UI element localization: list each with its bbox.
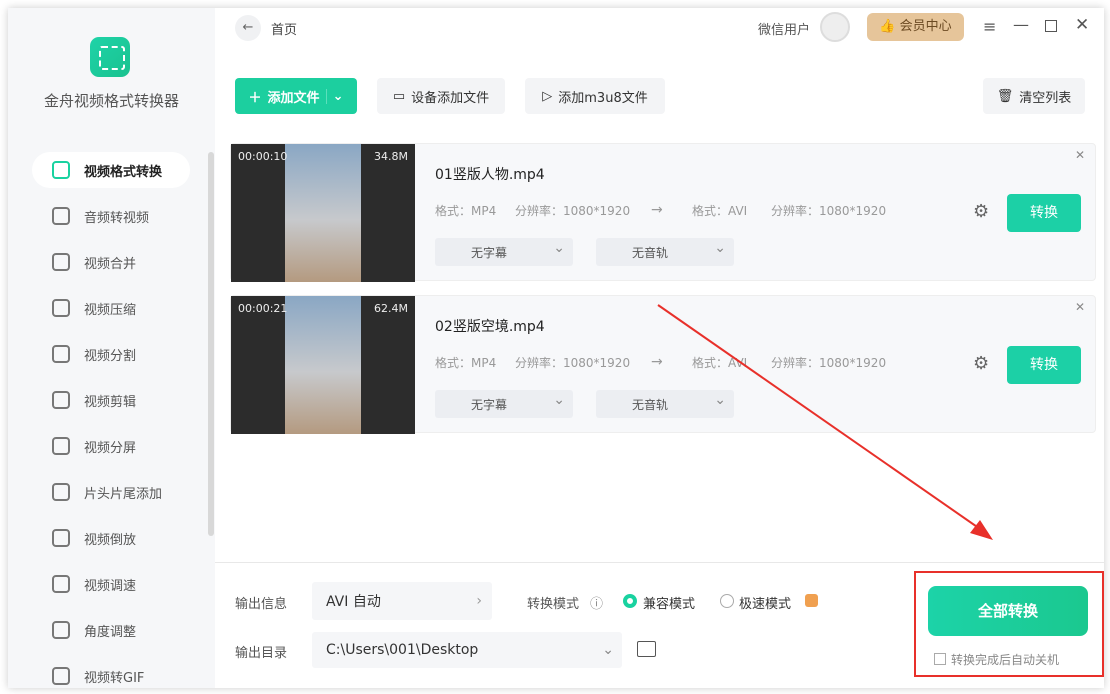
chevron-down-icon[interactable]: ⌄: [325, 88, 343, 104]
source-format: 格式：MP4: [435, 204, 497, 218]
nav-icon: [52, 483, 70, 501]
output-dir-label: 输出目录: [235, 646, 288, 661]
target-format: 格式：AVI: [692, 356, 748, 370]
back-button[interactable]: ←: [235, 15, 261, 41]
clear-list-button[interactable]: 🗑 清空列表: [983, 78, 1085, 114]
auto-shutdown-checkbox[interactable]: [934, 653, 946, 665]
convert-button[interactable]: 转换: [1007, 194, 1081, 232]
bottom-panel: 输出信息 AVI 自动 › 转换模式 ⓘ 兼容模式 极速模式 输出目录 C:\Us…: [215, 562, 1104, 688]
mode-fast-label[interactable]: 极速模式: [739, 593, 791, 612]
sidebar-item[interactable]: 视频倒放: [32, 520, 190, 556]
sidebar-item[interactable]: 视频剪辑: [32, 382, 190, 418]
maximize-icon[interactable]: [1045, 20, 1057, 32]
app-name: 金舟视频格式转换器: [43, 92, 179, 110]
audio-select[interactable]: 无音轨: [596, 390, 734, 418]
sidebar-item[interactable]: 角度调整: [32, 612, 190, 648]
sidebar: 金舟视频格式转换器 视频格式转换 音频转视频视频合并视频压缩视频分割视频剪辑视频分…: [8, 8, 215, 688]
duration: 00:00:21: [238, 302, 288, 315]
radio-compat[interactable]: [623, 594, 637, 608]
play-icon: ▷: [542, 88, 553, 104]
add-file-button[interactable]: ＋添加文件 ⌄: [235, 78, 357, 114]
nav-icon: [52, 299, 70, 317]
info-icon[interactable]: ⓘ: [590, 593, 603, 612]
add-m3u8-button[interactable]: ▷ 添加m3u8文件: [525, 78, 665, 114]
convert-button[interactable]: 转换: [1007, 346, 1081, 384]
file-card: 00:00:10 34.8M 01竖版人物.mp4 格式：MP4 分辨率：1080…: [230, 143, 1096, 282]
file-size: 34.8M: [374, 150, 408, 163]
mode-label: 转换模式: [527, 597, 580, 612]
plus-icon: ＋: [248, 90, 262, 106]
source-format: 格式：MP4: [435, 356, 497, 370]
sidebar-item[interactable]: 视频分割: [32, 336, 190, 372]
arrow-right-icon: →: [651, 202, 663, 218]
target-format: 格式：AVI: [692, 204, 748, 218]
nav-icon: [52, 575, 70, 593]
output-dir-select[interactable]: C:\Users\001\Desktop ⌄: [312, 632, 622, 668]
convert-all-button[interactable]: 全部转换: [928, 586, 1088, 636]
sidebar-item[interactable]: 视频压缩: [32, 290, 190, 326]
video-thumbnail[interactable]: 00:00:21 62.4M: [231, 296, 415, 434]
thumb-icon: 👍: [879, 19, 900, 34]
settings-gear-icon[interactable]: ⚙: [973, 201, 989, 222]
folder-icon[interactable]: [637, 641, 656, 657]
breadcrumb: 首页: [271, 23, 298, 38]
video-thumbnail[interactable]: 00:00:10 34.8M: [231, 144, 415, 282]
chevron-right-icon: ›: [476, 593, 482, 609]
nav-icon: [52, 391, 70, 409]
minimize-icon[interactable]: —: [1013, 15, 1029, 34]
trash-icon: 🗑: [996, 88, 1014, 104]
source-resolution: 分辨率：1080*1920: [515, 204, 631, 218]
sidebar-scrollbar[interactable]: [208, 152, 214, 536]
sidebar-item[interactable]: 视频合并: [32, 244, 190, 280]
vip-center-button[interactable]: 👍 会员中心: [867, 13, 964, 41]
menu-icon[interactable]: ≡: [983, 17, 996, 36]
file-card: 00:00:21 62.4M 02竖版空境.mp4 格式：MP4 分辨率：1080…: [230, 295, 1096, 434]
duration: 00:00:10: [238, 150, 288, 163]
close-icon[interactable]: ✕: [1075, 15, 1089, 35]
nav-icon: [52, 161, 70, 179]
app-window: 金舟视频格式转换器 视频格式转换 音频转视频视频合并视频压缩视频分割视频剪辑视频分…: [8, 8, 1104, 688]
sidebar-item[interactable]: 音频转视频: [32, 198, 190, 234]
remove-file-icon[interactable]: ✕: [1075, 300, 1085, 314]
sidebar-item[interactable]: 视频转GIF: [32, 658, 190, 688]
remove-file-icon[interactable]: ✕: [1075, 148, 1085, 162]
source-resolution: 分辨率：1080*1920: [515, 356, 631, 370]
file-name: 02竖版空境.mp4: [435, 319, 545, 335]
settings-gear-icon[interactable]: ⚙: [973, 353, 989, 374]
title-bar: ← 首页 微信用户 👍 会员中心 ≡ — ✕: [215, 8, 1104, 48]
auto-shutdown-label: 转换完成后自动关机: [951, 653, 1060, 667]
file-name: 01竖版人物.mp4: [435, 167, 545, 183]
target-resolution: 分辨率：1080*1920: [771, 356, 887, 370]
nav-icon: [52, 207, 70, 225]
chevron-down-icon: ⌄: [602, 642, 614, 658]
nav-icon: [52, 529, 70, 547]
app-logo-icon: [90, 37, 130, 77]
device-add-button[interactable]: ▭ 设备添加文件: [377, 78, 505, 114]
subtitle-select[interactable]: 无字幕: [435, 238, 573, 266]
target-resolution: 分辨率：1080*1920: [771, 204, 887, 218]
nav-icon: [52, 437, 70, 455]
audio-select[interactable]: 无音轨: [596, 238, 734, 266]
sidebar-item[interactable]: 片头片尾添加: [32, 474, 190, 510]
sidebar-item[interactable]: 视频分屏: [32, 428, 190, 464]
nav-icon: [52, 345, 70, 363]
radio-fast[interactable]: [720, 594, 734, 608]
user-name[interactable]: 微信用户: [758, 19, 810, 38]
sidebar-item[interactable]: 视频调速: [32, 566, 190, 602]
drive-icon: ▭: [392, 88, 406, 104]
nav-icon: [52, 253, 70, 271]
arrow-right-icon: →: [651, 354, 663, 370]
avatar[interactable]: [820, 12, 850, 42]
file-size: 62.4M: [374, 302, 408, 315]
sidebar-item[interactable]: 视频格式转换: [32, 152, 190, 188]
nav-icon: [52, 621, 70, 639]
subtitle-select[interactable]: 无字幕: [435, 390, 573, 418]
nav-icon: [52, 667, 70, 685]
output-format-selector[interactable]: AVI 自动 ›: [312, 582, 492, 620]
mode-compat-label[interactable]: 兼容模式: [643, 593, 695, 612]
vip-badge-icon: [805, 594, 818, 607]
output-info-label: 输出信息: [235, 597, 288, 612]
